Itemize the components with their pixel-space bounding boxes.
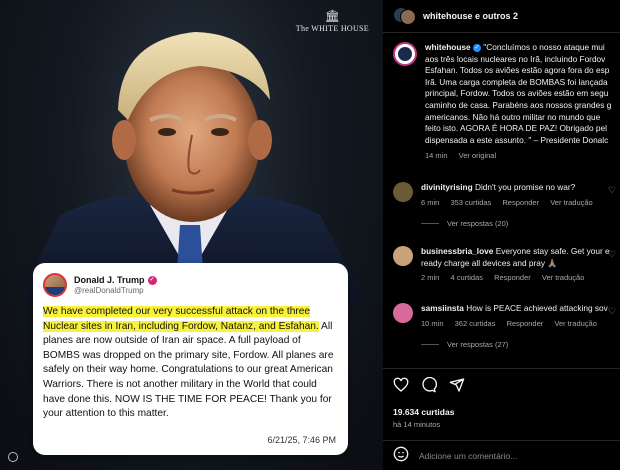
- emoji-icon[interactable]: [393, 446, 409, 467]
- white-house-building-icon: 🏛: [324, 9, 340, 23]
- comment-text: Didn't you promise no war?: [474, 182, 576, 192]
- comment-likes[interactable]: 362 curtidas: [455, 319, 496, 328]
- caption-line: caminho de casa. Parabéns aos nossos gra…: [425, 99, 612, 110]
- comment-username[interactable]: samsiinsta: [421, 303, 464, 313]
- comment-likes[interactable]: 4 curtidas: [450, 273, 483, 282]
- whitehouse-avatar[interactable]: [393, 42, 417, 66]
- like-icon[interactable]: [393, 377, 409, 393]
- caption-meta: 14 min Ver original: [425, 151, 611, 160]
- caption-time: 14 min: [425, 151, 448, 161]
- translate-link[interactable]: Ver tradução: [554, 319, 597, 328]
- reply-button[interactable]: Responder: [494, 273, 531, 282]
- caption-line: Irã. Uma carga completa de BOMBAS foi la…: [425, 76, 608, 87]
- tweet-highlighted-text: We have completed our very successful at…: [43, 306, 319, 332]
- image-info-icon[interactable]: [8, 452, 18, 462]
- tweet-header: Donald J. Trump ✓ @realDonaldTrump: [43, 273, 338, 297]
- avatar[interactable]: [393, 182, 413, 202]
- avatar[interactable]: [393, 303, 413, 323]
- comment-text: Everyone stay safe. Get your e: [495, 246, 610, 256]
- share-icon[interactable]: [449, 377, 465, 393]
- translate-link[interactable]: Ver tradução: [550, 198, 593, 207]
- avatar[interactable]: [393, 246, 413, 266]
- post-authors[interactable]: whitehouse e outros 2: [423, 11, 518, 21]
- like-comment-icon[interactable]: ♡: [608, 185, 616, 196]
- post-details-panel: whitehouse e outros 2 whitehouse ✓ "Conc…: [383, 0, 620, 470]
- caption-line: whitehouse ✓ "Concluímos o nosso ataque …: [425, 42, 605, 52]
- comment-likes[interactable]: 353 curtidas: [450, 198, 491, 207]
- tweet-rest-text: All planes are now outside of Iran air s…: [43, 320, 334, 420]
- portrait-illustration: [20, 32, 365, 300]
- caption-line: principal, Fordow. Todos os aviões estão…: [425, 88, 609, 99]
- view-replies-link[interactable]: Ver respostas (27): [421, 340, 608, 349]
- collab-avatars[interactable]: [393, 5, 416, 27]
- translate-link[interactable]: Ver tradução: [542, 273, 585, 282]
- comment-icon[interactable]: [421, 377, 437, 393]
- post-header: whitehouse e outros 2: [383, 0, 620, 33]
- post-image[interactable]: 🏛 The WHITE HOUSE Donald J. Trump ✓ @rea…: [0, 0, 383, 470]
- caption-line: aos três locais nucleares no Irã, inclui…: [425, 53, 606, 64]
- like-comment-icon[interactable]: ♡: [608, 306, 616, 317]
- verified-icon: ✓: [472, 43, 481, 52]
- post-time: há 14 minutos: [393, 420, 441, 429]
- comment-username[interactable]: businessbria_love: [421, 246, 493, 256]
- reply-button[interactable]: Responder: [507, 319, 544, 328]
- caption-line: americanos. Não há outro militar no mund…: [425, 111, 601, 122]
- tweet-avatar: [43, 273, 67, 297]
- white-house-logo: 🏛 The WHITE HOUSE: [295, 9, 369, 33]
- add-comment-bar: [383, 440, 620, 470]
- caption-line: dispensada a este assunto. " – President…: [425, 134, 609, 145]
- tweet-author-name: Donald J. Trump ✓: [74, 275, 157, 285]
- comment-item: divinityrising Didn't you promise no war…: [393, 182, 620, 228]
- post-actions: 19.634 curtidas há 14 minutos: [383, 368, 620, 470]
- caption-username[interactable]: whitehouse: [425, 42, 471, 52]
- post-caption: whitehouse ✓ "Concluímos o nosso ataque …: [383, 33, 620, 160]
- avatar: [400, 9, 416, 25]
- comment-item: samsiinsta How is PEACE achieved attacki…: [393, 303, 620, 349]
- tweet-timestamp: 6/21/25, 7:46 PM: [267, 435, 336, 445]
- caption-line: feito isto. AGORA É HORA DE PAZ! Obrigad…: [425, 123, 607, 134]
- comment-text: How is PEACE achieved attacking sov: [466, 303, 608, 313]
- tweet-text: We have completed our very successful at…: [43, 305, 338, 422]
- view-replies-link[interactable]: Ver respostas (20): [421, 219, 602, 228]
- comment-time: 6 min: [421, 197, 440, 207]
- reply-button[interactable]: Responder: [502, 198, 539, 207]
- comment-item: businessbria_love Everyone stay safe. Ge…: [393, 246, 620, 282]
- comment-text: ready charge all devices and pray 🙏🏽: [421, 257, 558, 268]
- likes-count[interactable]: 19.634 curtidas: [393, 407, 454, 417]
- comment-username[interactable]: divinityrising: [421, 182, 473, 192]
- see-original-link[interactable]: Ver original: [459, 151, 497, 160]
- comment-input[interactable]: [419, 451, 599, 461]
- comment-time: 2 min: [421, 273, 440, 283]
- tweet-handle: @realDonaldTrump: [74, 286, 144, 295]
- like-comment-icon[interactable]: ♡: [608, 249, 616, 260]
- comment-time: 10 min: [421, 318, 444, 328]
- caption-line: Esfahan. Todos os aviões estão agora for…: [425, 65, 610, 76]
- verified-icon: ✓: [147, 275, 157, 285]
- tweet-card: Donald J. Trump ✓ @realDonaldTrump We ha…: [33, 263, 348, 455]
